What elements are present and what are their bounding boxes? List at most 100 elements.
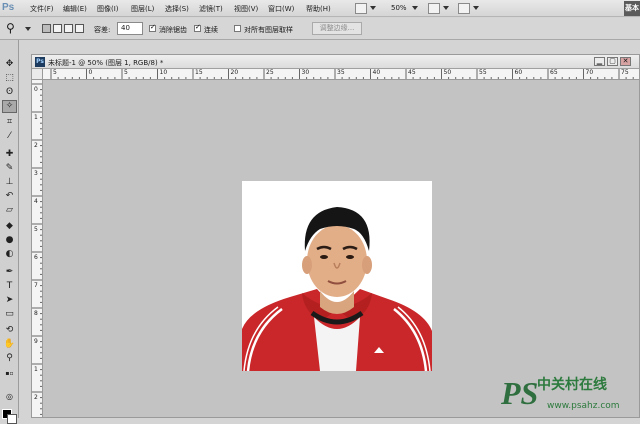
history-brush-tool-icon[interactable]: ↶: [2, 190, 17, 203]
watermark-title: 中关村在线: [537, 377, 607, 393]
healing-brush-tool-icon[interactable]: ✚: [2, 148, 17, 161]
ruler-label: 8: [34, 310, 38, 317]
ruler-label: 1: [34, 114, 38, 121]
ruler-label: 0: [88, 69, 93, 76]
ruler-label: 25: [266, 69, 274, 76]
add-selection-icon[interactable]: [53, 24, 62, 33]
menu-window[interactable]: 窗口(W): [268, 4, 294, 14]
sample-all-layers-checkbox[interactable]: [234, 25, 241, 32]
screen-layout-icon[interactable]: [355, 3, 367, 14]
zoom-tool-icon[interactable]: ⚲: [2, 352, 17, 365]
document-title: 未标题-1 @ 50% (图层 1, RGB/8) *: [48, 59, 164, 67]
lasso-tool-icon[interactable]: ʘ: [2, 86, 17, 99]
clone-stamp-tool-icon[interactable]: ⊥: [2, 176, 17, 189]
ruler-label: 15: [195, 69, 203, 76]
document-canvas[interactable]: [242, 181, 432, 371]
ruler-label: 30: [301, 69, 310, 76]
chevron-down-icon[interactable]: [473, 6, 479, 10]
ruler-label: 4: [34, 198, 38, 205]
chevron-down-icon[interactable]: [370, 6, 376, 10]
ruler-label: 65: [550, 69, 558, 76]
menu-edit[interactable]: 编辑(E): [63, 4, 87, 14]
ruler-label: 50: [443, 69, 452, 76]
ruler-label: 2: [34, 142, 38, 149]
ruler-label: 40: [372, 69, 381, 76]
quick-mask-icon[interactable]: ◎: [2, 390, 17, 403]
ruler-label: 0: [34, 86, 38, 93]
chevron-down-icon[interactable]: [443, 6, 449, 10]
document-tab[interactable]: Ps 未标题-1 @ 50% (图层 1, RGB/8) * ▁ ▢ ✕: [32, 55, 639, 69]
menu-image[interactable]: 图像(I): [97, 4, 119, 14]
background-color-swatch[interactable]: [7, 414, 17, 424]
pen-tool-icon[interactable]: ✒: [2, 266, 17, 279]
options-bar: ⚲ 容差: 40 消除锯齿 连续 对所有图层取样 调整边缘...: [0, 18, 640, 40]
sample-all-layers-label: 对所有图层取样: [244, 26, 293, 34]
ruler-label: 7: [34, 282, 38, 289]
magic-wand-tool-icon[interactable]: ✧: [2, 100, 17, 113]
menu-file[interactable]: 文件(F): [30, 4, 54, 14]
ruler-label: 60: [514, 69, 523, 76]
tools-panel: ✥ ⬚ ʘ ✧ ⌗ ⁄ ✚ ✎ ⊥ ↶ ▱ ◆ ● ◐ ✒ T ➤ ▭ ⟲ ✋ …: [0, 40, 19, 424]
zoom-level[interactable]: 50%: [391, 4, 407, 12]
subtract-selection-icon[interactable]: [64, 24, 73, 33]
horizontal-ruler[interactable]: 5 0 5 10 15 20 25 30 35 40 45 50 55 60 65 70 75: [43, 69, 639, 80]
refine-edge-button[interactable]: 调整边缘...: [312, 22, 362, 35]
chevron-down-icon[interactable]: [412, 6, 418, 10]
site-watermark: PS 中关村在线 www.psahz.com: [497, 371, 640, 418]
watermark-logo: PS: [501, 375, 539, 411]
contiguous-checkbox[interactable]: [194, 23, 201, 32]
ruler-origin[interactable]: [32, 69, 43, 80]
3d-rotate-tool-icon[interactable]: ⟲: [2, 324, 17, 337]
ruler-label: 9: [34, 338, 38, 345]
magic-wand-icon[interactable]: ⚲: [6, 21, 15, 35]
ruler-label: 20: [230, 69, 239, 76]
workspace-button[interactable]: 基本: [624, 1, 640, 16]
menu-layer[interactable]: 图层(L): [131, 4, 154, 14]
arrange-documents-icon[interactable]: [428, 3, 440, 14]
move-tool-icon[interactable]: ✥: [2, 58, 17, 71]
minimize-button[interactable]: ▁: [594, 57, 605, 66]
crop-tool-icon[interactable]: ⌗: [2, 116, 17, 129]
tolerance-input[interactable]: 40: [117, 22, 143, 35]
ruler-label: 6: [34, 254, 38, 261]
menu-view[interactable]: 视图(V): [234, 4, 258, 14]
blur-tool-icon[interactable]: ●: [2, 234, 17, 247]
menu-filter[interactable]: 滤镜(T): [199, 4, 223, 14]
portrait-photo: [242, 181, 432, 371]
photoshop-logo: Ps: [2, 2, 15, 13]
new-selection-icon[interactable]: [42, 24, 51, 33]
anti-alias-checkbox[interactable]: [149, 23, 156, 32]
dodge-tool-icon[interactable]: ◐: [2, 248, 17, 261]
chevron-down-icon[interactable]: [25, 27, 31, 31]
menu-select[interactable]: 选择(S): [165, 4, 189, 14]
maximize-button[interactable]: ▢: [607, 57, 618, 66]
ruler-label: 5: [53, 69, 57, 76]
path-selection-tool-icon[interactable]: ➤: [2, 294, 17, 307]
document-window: Ps 未标题-1 @ 50% (图层 1, RGB/8) * ▁ ▢ ✕ 505…: [31, 54, 640, 418]
ruler-label: 45: [408, 69, 416, 76]
ruler-label: 1: [34, 366, 38, 373]
close-button[interactable]: ✕: [620, 57, 631, 66]
marquee-tool-icon[interactable]: ⬚: [2, 72, 17, 85]
intersect-selection-icon[interactable]: [75, 24, 84, 33]
shape-tool-icon[interactable]: ▭: [2, 308, 17, 321]
default-colors-icon[interactable]: ▪▫: [2, 367, 17, 380]
ruler-label: 35: [337, 69, 345, 76]
ruler-label: 5: [124, 69, 128, 76]
contiguous-label: 连续: [204, 26, 218, 34]
watermark-url: www.psahz.com: [547, 401, 620, 411]
vertical-ruler[interactable]: 0 1 2 3 4 5 6 7 8 9 1 2: [32, 80, 43, 417]
ruler-label: 5: [34, 226, 38, 233]
eraser-tool-icon[interactable]: ▱: [2, 204, 17, 217]
ruler-label: 55: [479, 69, 487, 76]
menu-help[interactable]: 帮助(H): [306, 4, 331, 14]
hand-tool-icon[interactable]: ✋: [2, 338, 17, 351]
type-tool-icon[interactable]: T: [2, 280, 17, 293]
menu-bar: Ps 文件(F) 编辑(E) 图像(I) 图层(L) 选择(S) 滤镜(T) 视…: [0, 0, 640, 17]
ruler-label: 2: [34, 394, 38, 401]
eyedropper-tool-icon[interactable]: ⁄: [2, 130, 17, 143]
ruler-label: 3: [34, 170, 38, 177]
brush-tool-icon[interactable]: ✎: [2, 162, 17, 175]
screen-mode-icon[interactable]: [458, 3, 470, 14]
paint-bucket-tool-icon[interactable]: ◆: [2, 220, 17, 233]
